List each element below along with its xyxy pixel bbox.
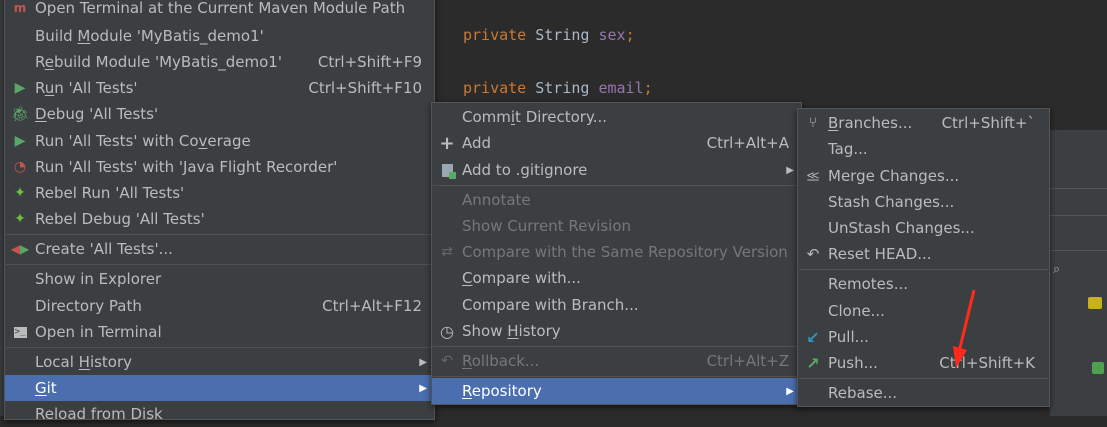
menu-separator xyxy=(799,269,1048,270)
commit-directory-label: Commit Directory... xyxy=(462,108,607,126)
coverage-label: Run 'All Tests' with Coverage xyxy=(35,132,251,150)
menu-separator xyxy=(6,347,433,348)
merge-icon: ⪣ xyxy=(806,168,820,184)
menu-item-add-to-gitignore[interactable]: Add to .gitignore ▶ xyxy=(432,157,801,183)
rebel-run-icon: ✦ xyxy=(14,185,26,201)
rollback-icon: ↶ xyxy=(441,353,453,369)
menu-item-rebel-run[interactable]: ✦ Rebel Run 'All Tests' xyxy=(5,180,434,206)
menu-item-run-flight-recorder[interactable]: ◔ Run 'All Tests' with 'Java Flight Reco… xyxy=(5,154,434,180)
submenu-arrow-icon: ▶ xyxy=(786,164,794,176)
submenu-arrow-icon: ▶ xyxy=(419,382,427,394)
project-context-menu: m Open Terminal at the Current Maven Mod… xyxy=(4,0,435,423)
rebel-debug-icon: ✦ xyxy=(14,211,26,227)
menu-separator xyxy=(6,264,433,265)
gitignore-icon xyxy=(438,161,456,179)
menu-item-create-tests[interactable]: ◀ ▶ Create 'All Tests'... xyxy=(5,236,434,262)
tag-icon xyxy=(1092,362,1104,374)
menu-item-reload-from-disk[interactable]: Reload from Disk xyxy=(5,401,434,427)
menu-item-run-coverage[interactable]: ▶ Run 'All Tests' with Coverage xyxy=(5,128,434,154)
menu-item-rebuild-module[interactable]: Rebuild Module 'MyBatis_demo1' Ctrl+Shif… xyxy=(5,49,434,75)
menu-separator xyxy=(433,346,800,347)
terminal-icon: >_ xyxy=(13,326,27,338)
search-icon[interactable]: ⌕ xyxy=(1053,262,1060,277)
menu-item-open-in-terminal[interactable]: >_ Open in Terminal xyxy=(5,319,434,345)
coverage-icon: ▶ xyxy=(14,133,26,149)
branch-icon: ⑂ xyxy=(808,115,818,131)
menu-item-show-current-revision[interactable]: Show Current Revision xyxy=(432,213,801,239)
maven-icon: m xyxy=(13,1,27,15)
menu-separator xyxy=(433,185,800,186)
ide-panel-divider xyxy=(1050,250,1107,251)
repository-submenu: ⑂ Branches... Ctrl+Shift+` Tag... ⪣ Merg… xyxy=(797,108,1050,407)
menu-item-debug-all-tests[interactable]: 🐞︎ Debug 'All Tests' xyxy=(5,101,434,127)
code-line-sex: private String sex; xyxy=(463,26,635,44)
menu-item-show-history[interactable]: ◷ Show History xyxy=(432,318,801,344)
code-line-email: private String email; xyxy=(463,79,653,97)
debug-label: Debug 'All Tests' xyxy=(35,105,159,123)
create-test-icon: ◀ ▶ xyxy=(10,242,30,256)
repository-label: Repository xyxy=(462,382,542,400)
menu-item-branches[interactable]: ⑂ Branches... Ctrl+Shift+` xyxy=(798,110,1049,136)
menu-item-rebase[interactable]: Rebase... xyxy=(798,380,1049,406)
menu-item-commit-directory[interactable]: Commit Directory... xyxy=(432,104,801,130)
run-icon: ▶ xyxy=(14,80,26,96)
menu-item-push[interactable]: ↗ Push... Ctrl+Shift+K xyxy=(798,350,1049,376)
build-module-label: Build Module 'MyBatis_demo1' xyxy=(35,27,264,45)
reset-icon: ↶ xyxy=(806,245,820,263)
compare-with-label: Compare with... xyxy=(462,269,581,287)
pull-icon: ↙ xyxy=(806,327,820,347)
show-history-label: Show History xyxy=(462,322,561,340)
menu-item-local-history[interactable]: Local History ▶ xyxy=(5,349,434,375)
ide-panel-divider xyxy=(1050,188,1107,189)
menu-item-remotes[interactable]: Remotes... xyxy=(798,271,1049,297)
submenu-arrow-icon: ▶ xyxy=(419,356,427,368)
menu-item-open-terminal-maven[interactable]: m Open Terminal at the Current Maven Mod… xyxy=(5,0,434,21)
menu-separator xyxy=(6,234,433,235)
menu-item-repository[interactable]: Repository ▶ xyxy=(432,378,801,404)
menu-item-merge-changes[interactable]: ⪣ Merge Changes... xyxy=(798,163,1049,189)
branches-label: Branches... xyxy=(828,114,913,132)
menu-item-directory-path[interactable]: Directory Path Ctrl+Alt+F12 xyxy=(5,293,434,319)
rollback-label: Rollback... xyxy=(462,352,540,370)
menu-item-show-in-explorer[interactable]: Show in Explorer xyxy=(5,266,434,292)
menu-item-rollback[interactable]: ↶ Rollback... Ctrl+Alt+Z xyxy=(432,348,801,374)
flight-recorder-icon: ◔ xyxy=(13,159,27,175)
menu-separator xyxy=(799,378,1048,379)
menu-item-annotate[interactable]: Annotate xyxy=(432,187,801,213)
rebuild-module-label: Rebuild Module 'MyBatis_demo1' xyxy=(35,53,282,71)
push-icon: ↗ xyxy=(806,353,820,373)
compare-icon: ⇄ xyxy=(441,244,453,260)
menu-separator xyxy=(433,376,800,377)
menu-item-clone[interactable]: Clone... xyxy=(798,298,1049,324)
menu-item-reset-head[interactable]: ↶ Reset HEAD... xyxy=(798,241,1049,267)
submenu-arrow-icon: ▶ xyxy=(786,385,794,397)
menu-item-add[interactable]: + Add Ctrl+Alt+A xyxy=(432,130,801,156)
tag-icon xyxy=(1088,297,1102,309)
history-icon: ◷ xyxy=(440,321,454,341)
menu-item-compare-same-repo[interactable]: ⇄ Compare with the Same Repository Versi… xyxy=(432,239,801,265)
annotation-arrow xyxy=(953,289,976,368)
git-submenu: Commit Directory... + Add Ctrl+Alt+A Add… xyxy=(431,102,802,405)
local-history-label: Local History xyxy=(35,353,133,371)
menu-item-compare-with-branch[interactable]: Compare with Branch... xyxy=(432,292,801,318)
menu-item-unstash-changes[interactable]: UnStash Changes... xyxy=(798,215,1049,241)
menu-item-compare-with[interactable]: Compare with... xyxy=(432,265,801,291)
ide-panel-divider xyxy=(1050,215,1107,216)
menu-item-git[interactable]: Git ▶ xyxy=(5,375,434,401)
git-label: Git xyxy=(35,379,57,397)
menu-item-build-module[interactable]: Build Module 'MyBatis_demo1' xyxy=(5,23,434,49)
menu-item-tag[interactable]: Tag... xyxy=(798,136,1049,162)
menu-item-run-all-tests[interactable]: ▶ Run 'All Tests' Ctrl+Shift+F10 xyxy=(5,75,434,101)
menu-item-pull[interactable]: ↙ Pull... xyxy=(798,324,1049,350)
debug-icon: 🐞︎ xyxy=(10,105,30,123)
plus-icon: + xyxy=(439,132,455,154)
menu-item-stash-changes[interactable]: Stash Changes... xyxy=(798,189,1049,215)
menu-item-rebel-debug[interactable]: ✦ Rebel Debug 'All Tests' xyxy=(5,206,434,232)
run-label: Run 'All Tests' xyxy=(35,79,138,97)
